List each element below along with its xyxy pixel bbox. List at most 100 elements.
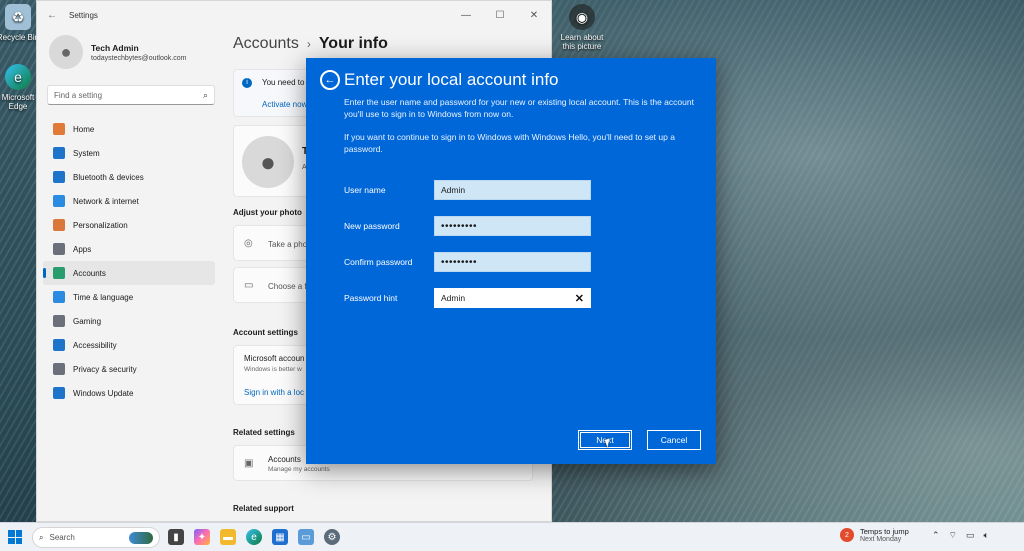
breadcrumb-accounts[interactable]: Accounts bbox=[233, 35, 299, 52]
back-arrow-icon[interactable]: ← bbox=[320, 70, 340, 90]
dialog-hello-note: If you want to continue to sign in to Wi… bbox=[344, 132, 675, 154]
recycle-bin-icon: ♻ bbox=[5, 4, 31, 30]
taskbar-search[interactable]: ⌕ Search bbox=[32, 527, 160, 548]
time-icon bbox=[53, 291, 65, 303]
settings-gear-icon[interactable]: ⚙ bbox=[324, 529, 340, 545]
edge-shortcut[interactable]: e Microsoft Edge bbox=[0, 64, 40, 111]
search-highlight-icon bbox=[129, 531, 153, 544]
sidebar-item-label: Privacy & security bbox=[73, 364, 137, 374]
recycle-bin-shortcut[interactable]: ♻ Recycle Bin bbox=[0, 4, 40, 42]
store-icon[interactable]: ▦ bbox=[272, 529, 288, 545]
edge-label: Microsoft Edge bbox=[1, 93, 35, 111]
task-view-icon[interactable]: ▮ bbox=[168, 529, 184, 545]
avatar: ● bbox=[49, 35, 83, 69]
network-icon[interactable]: ⌔ bbox=[949, 530, 957, 541]
user-name-input[interactable]: Admin bbox=[434, 180, 591, 200]
sidebar-item-label: Accounts bbox=[73, 268, 106, 278]
dialog-title: Enter your local account info bbox=[344, 70, 559, 89]
network-icon bbox=[53, 195, 65, 207]
find-setting-input[interactable]: Find a setting ⌕ bbox=[47, 85, 215, 105]
adjust-photo-heading: Adjust your photo bbox=[233, 208, 302, 217]
password-hint-value: Admin bbox=[441, 293, 466, 303]
search-icon: ⌕ bbox=[202, 89, 208, 100]
sidebar-item-label: Windows Update bbox=[73, 388, 134, 398]
remote-desktop-icon[interactable]: ▭ bbox=[298, 529, 314, 545]
related-support-heading: Related support bbox=[233, 504, 294, 513]
window-title: Settings bbox=[69, 10, 98, 20]
taskbar: ⌕ Search ▮ ✦ ▬ e ▦ ▭ ⚙ 2 Temps to jump N… bbox=[0, 522, 1024, 551]
sidebar-item-network-internet[interactable]: Network & internet bbox=[43, 189, 215, 213]
maximize-icon[interactable]: ☐ bbox=[483, 10, 517, 21]
breadcrumb: Accounts › Your info bbox=[233, 35, 388, 53]
sidebar-item-label: Network & internet bbox=[73, 196, 139, 206]
sidebar-item-bluetooth-devices[interactable]: Bluetooth & devices bbox=[43, 165, 215, 189]
accessibility-icon bbox=[53, 339, 65, 351]
choose-file-label: Choose a f bbox=[268, 282, 307, 291]
sidebar-item-label: Accessibility bbox=[73, 340, 117, 350]
edge-icon[interactable]: e bbox=[246, 529, 262, 545]
sidebar-item-label: Personalization bbox=[73, 220, 128, 230]
weather-subtitle: Next Monday bbox=[860, 536, 902, 543]
minimize-icon[interactable]: — bbox=[449, 10, 483, 21]
sign-in-local-link[interactable]: Sign in with a loc bbox=[244, 388, 304, 397]
file-explorer-icon[interactable]: ▬ bbox=[220, 529, 236, 545]
confirm-password-row: Confirm password ••••••••• bbox=[344, 252, 694, 272]
home-icon bbox=[53, 123, 65, 135]
user-name-value: Admin bbox=[441, 185, 466, 195]
sidebar-item-personalization[interactable]: Personalization bbox=[43, 213, 215, 237]
chevron-up-icon[interactable]: ⌃ bbox=[932, 530, 940, 541]
weather-widget[interactable]: 2 Temps to jump Next Monday bbox=[840, 527, 909, 543]
sidebar-item-windows-update[interactable]: Windows Update bbox=[43, 381, 215, 405]
accounts-row-title: Accounts bbox=[268, 455, 301, 464]
shield-icon bbox=[53, 363, 65, 375]
gaming-icon bbox=[53, 315, 65, 327]
learn-picture-shortcut[interactable]: ◉ Learn about this picture bbox=[558, 4, 606, 51]
settings-nav: Home System Bluetooth & devices Network & i… bbox=[43, 117, 215, 405]
volume-icon[interactable]: 🔈︎ bbox=[984, 530, 989, 541]
new-password-value: ••••••••• bbox=[441, 220, 478, 232]
cancel-button[interactable]: Cancel bbox=[647, 430, 701, 450]
windows-start-icon[interactable] bbox=[8, 530, 22, 544]
notice-text: You need to bbox=[262, 78, 305, 87]
password-hint-label: Password hint bbox=[344, 293, 398, 303]
clear-icon[interactable]: ✕ bbox=[575, 292, 584, 305]
sidebar-item-home[interactable]: Home bbox=[43, 117, 215, 141]
new-password-input[interactable]: ••••••••• bbox=[434, 216, 591, 236]
local-account-dialog: ← Enter your local account info Enter th… bbox=[306, 58, 716, 464]
display-icon[interactable]: ▭ bbox=[966, 530, 975, 541]
page-title: Your info bbox=[318, 35, 388, 52]
new-password-label: New password bbox=[344, 221, 400, 231]
sidebar-item-label: Gaming bbox=[73, 316, 102, 326]
sidebar-item-label: Time & language bbox=[73, 292, 134, 302]
folder-icon: ▭ bbox=[244, 280, 254, 291]
weather-title: Temps to jump bbox=[860, 527, 909, 536]
take-photo-label: Take a pho bbox=[268, 240, 308, 249]
user-avatar-large: ● bbox=[242, 136, 294, 188]
sidebar-item-system[interactable]: System bbox=[43, 141, 215, 165]
chevron-right-icon: › bbox=[306, 37, 311, 51]
back-arrow-icon[interactable]: ← bbox=[41, 10, 63, 21]
sidebar-item-accessibility[interactable]: Accessibility bbox=[43, 333, 215, 357]
bluetooth-icon bbox=[53, 171, 65, 183]
sidebar-item-privacy-security[interactable]: Privacy & security bbox=[43, 357, 215, 381]
new-password-row: New password ••••••••• bbox=[344, 216, 694, 236]
sidebar-item-accounts[interactable]: Accounts bbox=[43, 261, 215, 285]
profile-summary[interactable]: ● Tech Admin todaystechbytes@outlook.com bbox=[49, 35, 186, 69]
sidebar-item-apps[interactable]: Apps bbox=[43, 237, 215, 261]
account-settings-heading: Account settings bbox=[233, 328, 298, 337]
sidebar-item-time-language[interactable]: Time & language bbox=[43, 285, 215, 309]
sidebar-item-label: Home bbox=[73, 124, 95, 134]
search-icon: ⌕ bbox=[39, 532, 44, 542]
activate-link[interactable]: Activate now bbox=[262, 100, 307, 109]
copilot-icon[interactable]: ✦ bbox=[194, 529, 210, 545]
accounts-row-desc: Manage my accounts bbox=[268, 466, 330, 473]
system-tray: ⌃ ⌔ ▭ 🔈︎ bbox=[932, 530, 989, 541]
weather-alert-icon: 2 bbox=[840, 528, 854, 542]
sidebar-item-gaming[interactable]: Gaming bbox=[43, 309, 215, 333]
password-hint-input[interactable]: Admin ✕ bbox=[434, 288, 591, 308]
close-icon[interactable]: ✕ bbox=[517, 10, 551, 21]
related-settings-heading: Related settings bbox=[233, 428, 295, 437]
user-name-label: User name bbox=[344, 185, 386, 195]
confirm-password-value: ••••••••• bbox=[441, 256, 478, 268]
confirm-password-input[interactable]: ••••••••• bbox=[434, 252, 591, 272]
